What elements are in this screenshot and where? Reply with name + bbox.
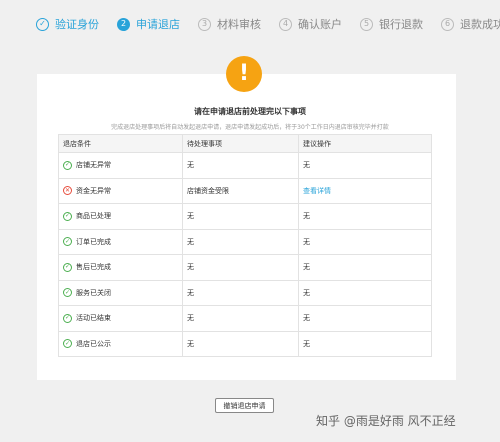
pending-cell: 无 (182, 254, 299, 281)
action-cell: 无 (298, 254, 432, 281)
warning-icon: ! (226, 56, 262, 92)
condition-cell: ✓ 商品已处理 (58, 203, 183, 230)
condition-cell: ✓ 售后已完成 (58, 254, 183, 281)
condition-cell: ✕ 资金无异常 (58, 177, 183, 204)
step-verify-identity: ✓ 验证身份 (36, 16, 99, 32)
pending-cell: 无 (182, 279, 299, 306)
step-label: 确认账户 (298, 18, 342, 31)
condition-cell: ✓ 服务已关闭 (58, 279, 183, 306)
table-row: ✓ 商品已处理 无 无 (58, 203, 432, 230)
pending-cell: 无 (182, 228, 299, 255)
table-row: ✓ 退店已公示 无 无 (58, 330, 432, 357)
condition-cell: ✓ 退店已公示 (58, 330, 183, 357)
action-cell: 查看详情 (298, 177, 432, 204)
table-row: ✓ 订单已完成 无 无 (58, 228, 432, 255)
notice-subtitle: 完成退店处理事项后将自动发起退店申请，退店申请发起成功后，将于30个工作日内退店… (111, 124, 389, 131)
table-row: ✓ 活动已结束 无 无 (58, 305, 432, 332)
check-circle-icon: ✓ (63, 211, 72, 221)
condition-label: 店铺无异常 (76, 161, 111, 170)
notice-title: 请在申请退店前处理完以下事项 (194, 107, 306, 116)
step-bank-refund: 5 银行退款 (360, 16, 423, 32)
action-cell: 无 (298, 305, 432, 332)
step-refund-success: 6 退款成功 (441, 16, 500, 32)
column-header: 建议操作 (298, 134, 432, 153)
action-cell: 无 (298, 152, 432, 179)
action-cell: 无 (298, 203, 432, 230)
action-cell: 无 (298, 330, 432, 357)
step-number: 2 (117, 17, 130, 31)
action-cell: 无 (298, 279, 432, 306)
table-row: ✓ 售后已完成 无 无 (58, 254, 432, 281)
step-label: 银行退款 (379, 18, 423, 31)
condition-cell: ✓ 店铺无异常 (58, 152, 183, 179)
condition-label: 退店已公示 (76, 339, 111, 348)
condition-label: 售后已完成 (76, 263, 111, 272)
pending-cell: 店铺资金受限 (182, 177, 299, 204)
condition-label: 资金无异常 (76, 186, 111, 195)
error-circle-icon: ✕ (63, 186, 72, 196)
step-label: 材料审核 (217, 18, 261, 31)
check-circle-icon: ✓ (63, 160, 72, 170)
watermark: 知乎 @雨是好雨 风不正经 (316, 414, 456, 428)
check-circle-icon: ✓ (63, 262, 72, 272)
table-row: ✓ 服务已关闭 无 无 (58, 279, 432, 306)
pending-cell: 无 (182, 152, 299, 179)
condition-label: 商品已处理 (76, 212, 111, 221)
step-confirm-account: 4 确认账户 (279, 16, 342, 32)
check-circle-icon: ✓ (63, 237, 72, 247)
condition-cell: ✓ 活动已结束 (58, 305, 183, 332)
step-number: 3 (198, 17, 211, 31)
progress-stepper: ✓ 验证身份 2 申请退店 3 材料审核 4 确认账户 5 银行退款 6 退款成… (0, 0, 500, 48)
cancel-close-application-button[interactable]: 撤销退店申请 (215, 398, 274, 413)
step-number: 4 (279, 17, 292, 31)
pending-cell: 无 (182, 305, 299, 332)
step-label: 退款成功 (460, 18, 500, 31)
table-header-row: 退店条件 待处理事项 建议操作 (58, 134, 432, 153)
check-icon: ✓ (36, 17, 49, 31)
condition-label: 服务已关闭 (76, 288, 111, 297)
step-number: 6 (441, 17, 454, 31)
check-circle-icon: ✓ (63, 339, 72, 349)
check-circle-icon: ✓ (63, 313, 72, 323)
column-header: 退店条件 (58, 134, 183, 153)
column-header: 待处理事项 (182, 134, 299, 153)
view-details-link[interactable]: 查看详情 (303, 187, 331, 195)
condition-label: 订单已完成 (76, 237, 111, 246)
check-circle-icon: ✓ (63, 288, 72, 298)
action-cell: 无 (298, 228, 432, 255)
step-material-review: 3 材料审核 (198, 16, 261, 32)
step-label: 验证身份 (55, 18, 99, 31)
condition-label: 活动已结束 (76, 314, 111, 323)
table-row: ✕ 资金无异常 店铺资金受限 查看详情 (58, 177, 432, 204)
step-label: 申请退店 (136, 18, 180, 31)
pending-cell: 无 (182, 330, 299, 357)
step-number: 5 (360, 17, 373, 31)
step-apply-close: 2 申请退店 (117, 16, 180, 32)
conditions-table: 退店条件 待处理事项 建议操作 ✓ 店铺无异常 无 无 ✕ 资金无异常 店铺资金受限… (58, 134, 432, 357)
table-row: ✓ 店铺无异常 无 无 (58, 152, 432, 179)
pending-cell: 无 (182, 203, 299, 230)
condition-cell: ✓ 订单已完成 (58, 228, 183, 255)
